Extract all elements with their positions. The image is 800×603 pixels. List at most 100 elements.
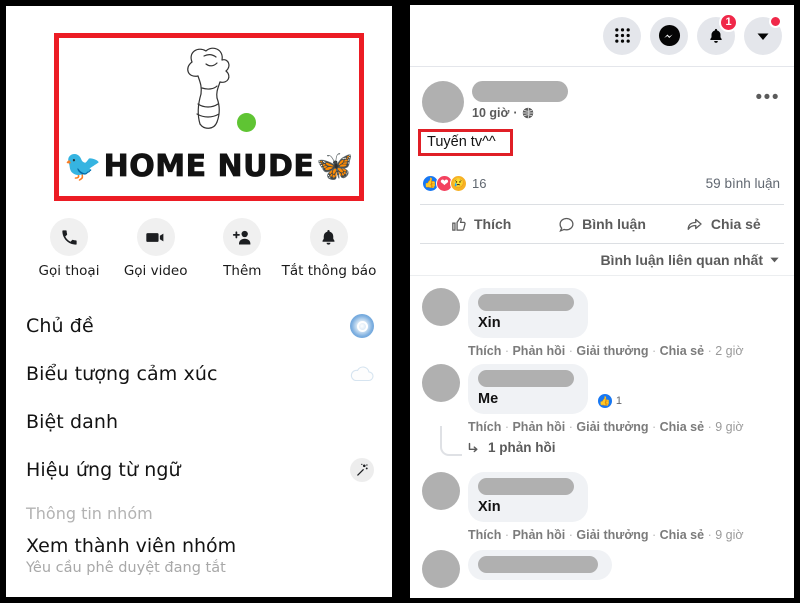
post-text-highlighted: Tuyến tv^^ bbox=[418, 129, 513, 156]
quick-action-video-call[interactable]: Gọi video bbox=[113, 218, 199, 279]
list-item: Xin Thích · Phản hồi · Giải thưởng · Chi… bbox=[410, 466, 794, 542]
chat-settings-menu: Chủ đề Biểu tượng cảm xúc Biệt danh Hiệu… bbox=[6, 302, 392, 576]
group-logo-highlight-box: 🐦 HOME NUDE 🦋 bbox=[54, 33, 364, 201]
avatar[interactable] bbox=[422, 288, 460, 326]
comment-share-action[interactable]: Chia sẻ bbox=[660, 420, 704, 434]
sidebar-item-view-members[interactable]: Xem thành viên nhóm Yêu cầu phê duyệt đa… bbox=[6, 525, 392, 576]
share-arrow-icon bbox=[687, 218, 702, 230]
comment-share-action[interactable]: Chia sẻ bbox=[660, 344, 704, 358]
action-label: Bình luận bbox=[582, 216, 646, 232]
comment-award-action[interactable]: Giải thưởng bbox=[576, 528, 648, 542]
comment-bubble: Xin bbox=[468, 288, 588, 338]
chevron-down-icon bbox=[770, 257, 779, 263]
comments-list: Xin Thích · Phản hồi · Giải thưởng · Chi… bbox=[410, 276, 794, 588]
sidebar-item-emoji[interactable]: Biểu tượng cảm xúc bbox=[6, 350, 392, 398]
comment-meta: Thích · Phản hồi · Giải thưởng · Chia sẻ… bbox=[468, 420, 744, 434]
comment-reply-action[interactable]: Phản hồi bbox=[512, 344, 565, 358]
notifications-bell-icon[interactable]: 1 bbox=[697, 12, 738, 55]
comment-author-redacted bbox=[478, 556, 598, 573]
comment-bubble-icon bbox=[559, 217, 574, 232]
video-camera-icon bbox=[136, 218, 175, 256]
account-chevron-icon[interactable] bbox=[744, 14, 782, 55]
comment-like-action[interactable]: Thích bbox=[468, 528, 501, 542]
comment-button[interactable]: Bình luận bbox=[541, 216, 662, 233]
comment-count[interactable]: 59 bình luận bbox=[706, 176, 780, 191]
messenger-icon[interactable] bbox=[650, 16, 688, 55]
post-header: 10 giờ · ••• bbox=[410, 67, 794, 123]
account-alert-dot bbox=[769, 14, 782, 28]
phone-icon bbox=[50, 218, 88, 256]
view-members-title: Xem thành viên nhóm bbox=[26, 535, 237, 557]
theme-circle-icon[interactable] bbox=[348, 312, 376, 340]
comment-award-action[interactable]: Giải thưởng bbox=[576, 420, 648, 434]
comment-reply-action[interactable]: Phản hồi bbox=[512, 528, 565, 542]
comment-bubble: Me 👍 1 bbox=[468, 364, 622, 414]
quick-action-voice-call[interactable]: Gọi thoại bbox=[26, 218, 112, 279]
comment-award-action[interactable]: Giải thưởng bbox=[576, 344, 648, 358]
quick-action-label: Thêm bbox=[223, 263, 262, 279]
action-label: Thích bbox=[473, 216, 512, 232]
comment-author-redacted bbox=[478, 478, 574, 495]
view-replies-link[interactable]: 1 phản hồi bbox=[466, 440, 794, 455]
comment-share-action[interactable]: Chia sẻ bbox=[660, 528, 704, 542]
share-button[interactable]: Chia sẻ bbox=[663, 215, 784, 233]
action-label: Chia sẻ bbox=[710, 216, 761, 232]
facebook-top-bar: 1 bbox=[410, 5, 794, 67]
post-body: Tuyến tv^^ bbox=[410, 123, 794, 156]
comment-like-action[interactable]: Thích bbox=[468, 420, 501, 434]
comment-like-action[interactable]: Thích bbox=[468, 344, 501, 358]
post-meta: 10 giờ · bbox=[472, 106, 568, 120]
sidebar-item-nickname[interactable]: Biệt danh bbox=[6, 398, 392, 446]
view-members-subtitle: Yêu cầu phê duyệt đang tắt bbox=[26, 560, 226, 576]
post-time: 10 giờ bbox=[472, 106, 510, 120]
sidebar-item-theme[interactable]: Chủ đề bbox=[6, 302, 392, 350]
comment-time: 2 giờ bbox=[715, 344, 744, 358]
comment-text: Xin bbox=[478, 499, 501, 515]
quick-action-label: Gọi thoại bbox=[38, 263, 100, 279]
comment-meta: Thích · Phản hồi · Giải thưởng · Chia sẻ… bbox=[468, 344, 744, 358]
comment-bubble bbox=[468, 550, 612, 580]
list-item: Me 👍 1 Thích · Phản hồi · Giải thưởng · bbox=[410, 358, 794, 434]
comment-meta: Thích · Phản hồi · Giải thưởng · Chia sẻ… bbox=[468, 528, 744, 542]
quick-action-add[interactable]: Thêm bbox=[199, 218, 285, 279]
post-more-options-icon[interactable]: ••• bbox=[756, 88, 780, 107]
like-button[interactable]: Thích bbox=[420, 216, 541, 233]
comment-thread-replies: 1 phản hồi bbox=[410, 426, 794, 466]
comment-sort-label: Bình luận liên quan nhất bbox=[600, 251, 763, 268]
notification-badge: 1 bbox=[719, 12, 738, 32]
comment-text: Xin bbox=[478, 315, 501, 331]
menu-grid-icon[interactable] bbox=[603, 16, 641, 55]
online-status-dot bbox=[237, 113, 256, 132]
avatar[interactable] bbox=[422, 364, 460, 402]
screenshot-root: 🐦 HOME NUDE 🦋 Gọi thoại Gọi video Thêm T… bbox=[0, 0, 800, 603]
group-title: HOME NUDE bbox=[103, 149, 315, 185]
quick-action-label: Gọi video bbox=[123, 263, 188, 279]
menu-item-label: Hiệu ứng từ ngữ bbox=[26, 459, 181, 481]
comment-like-count-pill[interactable]: 👍 1 bbox=[596, 393, 622, 409]
avatar[interactable] bbox=[422, 472, 460, 510]
cloud-icon[interactable] bbox=[348, 360, 376, 388]
butterfly-icon: 🦋 bbox=[316, 149, 354, 183]
group-info-section-label: Thông tin nhóm bbox=[26, 504, 153, 523]
comment-author-redacted bbox=[478, 294, 574, 311]
magic-wand-icon[interactable] bbox=[348, 456, 376, 484]
thread-connector bbox=[440, 426, 462, 456]
reaction-summary[interactable]: 👍 ❤ 😢 16 bbox=[422, 174, 486, 192]
post-reactions-row: 👍 ❤ 😢 16 59 bình luận bbox=[410, 170, 794, 196]
add-person-icon bbox=[223, 218, 262, 256]
list-item-partial bbox=[410, 544, 794, 588]
avatar[interactable] bbox=[422, 550, 460, 588]
post-author-name-redacted bbox=[472, 81, 568, 102]
quick-actions-row: Gọi thoại Gọi video Thêm Tắt thông báo bbox=[26, 218, 376, 279]
group-logo-title-row: 🐦 HOME NUDE 🦋 bbox=[59, 149, 359, 185]
like-icon: 👍 bbox=[596, 393, 613, 409]
comment-text: Me bbox=[478, 391, 499, 407]
quick-action-mute[interactable]: Tắt thông báo bbox=[282, 218, 376, 279]
sidebar-item-word-effects[interactable]: Hiệu ứng từ ngữ bbox=[6, 446, 392, 494]
comment-sort-dropdown[interactable]: Bình luận liên quan nhất bbox=[410, 244, 794, 276]
avatar[interactable] bbox=[422, 81, 464, 123]
comment-reply-action[interactable]: Phản hồi bbox=[512, 420, 565, 434]
menu-item-label: Chủ đề bbox=[26, 315, 94, 337]
comment-bubble: Xin bbox=[468, 472, 588, 522]
comment-time: 9 giờ bbox=[715, 420, 744, 434]
